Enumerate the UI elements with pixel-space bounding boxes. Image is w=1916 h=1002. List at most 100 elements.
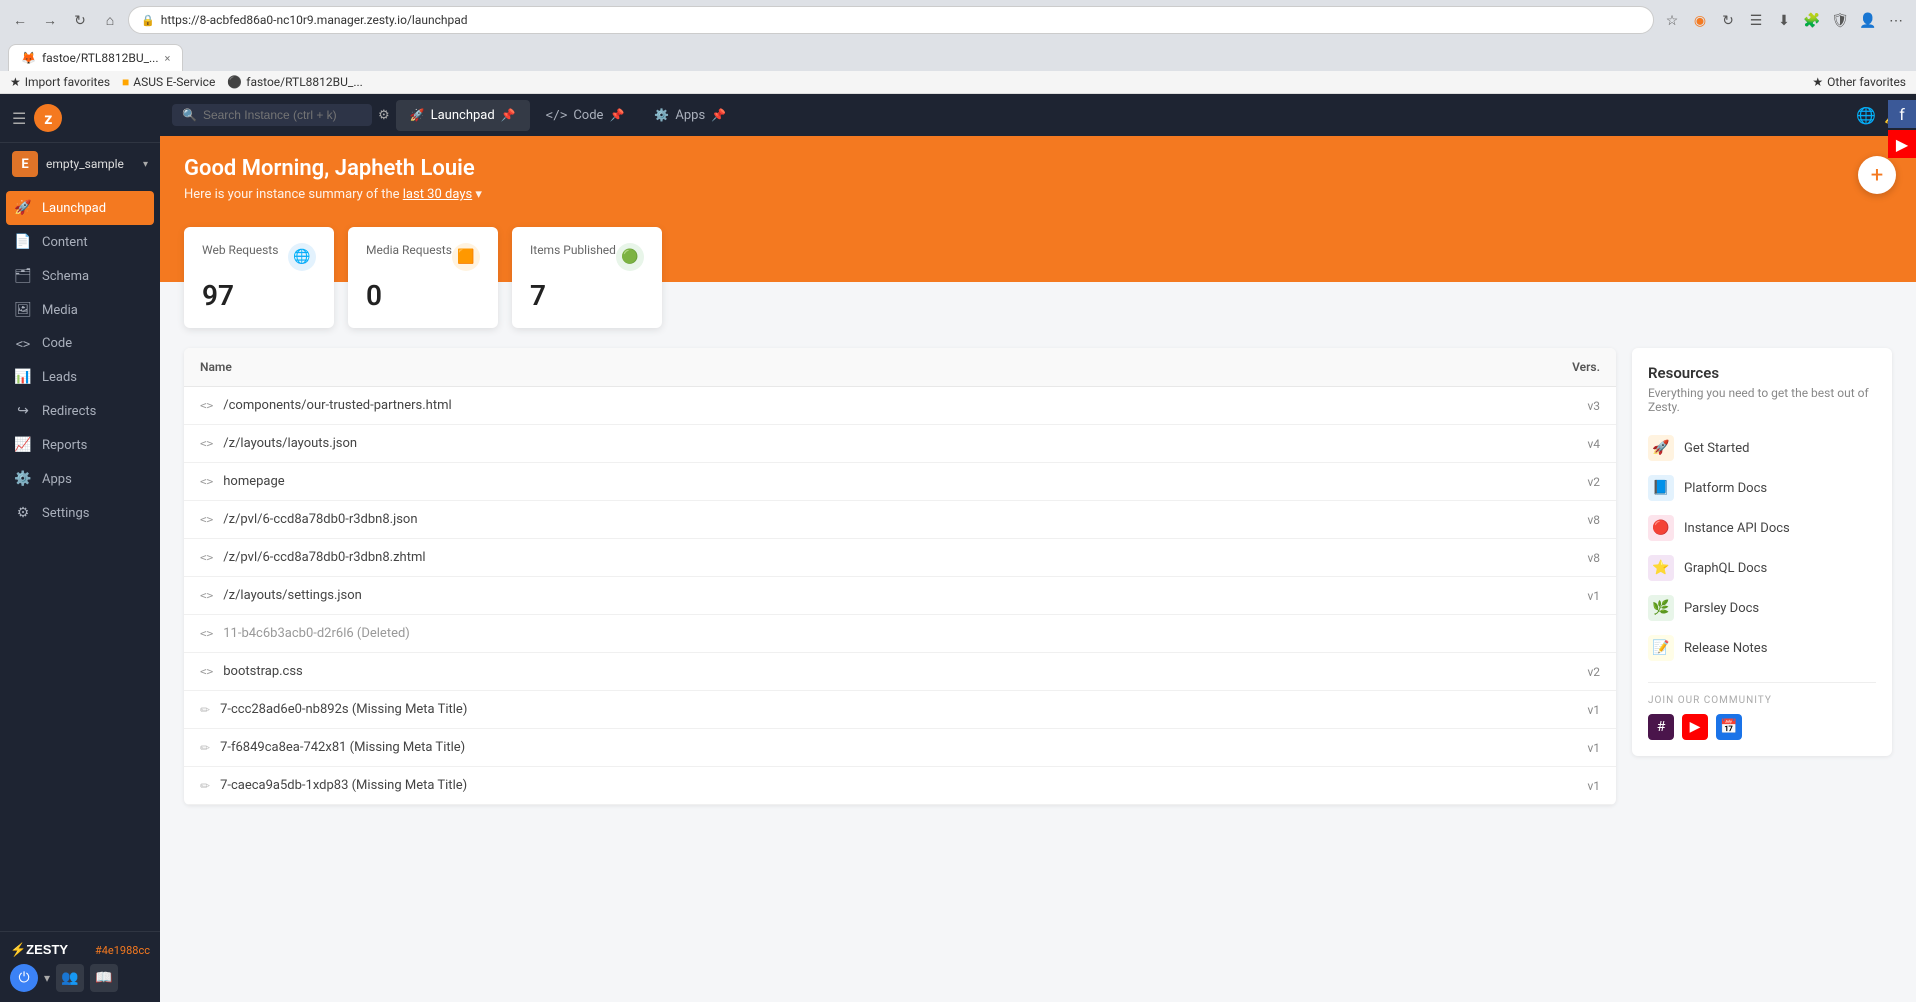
search-input[interactable] xyxy=(203,108,362,122)
code-row-icon: <> xyxy=(200,551,213,564)
active-tab[interactable]: 🦊 fastoe/RTL8812BU_... × xyxy=(8,44,183,71)
table-row[interactable]: <> /z/layouts/settings.json v1 xyxy=(184,577,1616,615)
instance-name: empty_sample xyxy=(46,157,135,171)
sidebar-item-settings[interactable]: ⚙ Settings xyxy=(0,496,160,530)
youtube-sidebar-button[interactable]: ▶ xyxy=(1888,130,1916,158)
instance-hash: #4e1988cc xyxy=(95,944,150,957)
apps-pin-icon[interactable]: 📌 xyxy=(711,108,726,122)
close-tab-button[interactable]: × xyxy=(165,52,171,65)
leads-icon: 📊 xyxy=(14,369,32,385)
shield-button[interactable]: 🛡 xyxy=(1828,8,1852,32)
row-name: /components/our-trusted-partners.html xyxy=(223,398,1530,413)
sidebar-item-code-label: Code xyxy=(42,336,72,351)
sidebar-item-apps-label: Apps xyxy=(42,472,72,487)
sidebar-item-launchpad[interactable]: 🚀 Launchpad xyxy=(6,191,154,225)
code-row-icon: <> xyxy=(200,665,213,678)
more-button[interactable]: ⋯ xyxy=(1884,8,1908,32)
resource-item-graphql[interactable]: ⭐ GraphQL Docs xyxy=(1648,548,1876,588)
search-icon: 🔍 xyxy=(182,108,197,122)
slack-icon[interactable]: # xyxy=(1648,714,1674,740)
launchpad-tab-icon: 🚀 xyxy=(410,108,425,122)
download-button[interactable]: ⬇ xyxy=(1772,8,1796,32)
youtube-icon[interactable]: ▶ xyxy=(1682,714,1708,740)
table-row[interactable]: <> bootstrap.css v2 xyxy=(184,653,1616,691)
pencil-icon: ✏ xyxy=(200,741,210,755)
release-notes-label: Release Notes xyxy=(1684,641,1767,656)
sidebar-item-leads[interactable]: 📊 Leads xyxy=(0,360,160,394)
power-button[interactable]: ⏻ xyxy=(10,964,38,992)
zesty-ext-button[interactable]: ◉ xyxy=(1688,8,1712,32)
reload-button[interactable]: ↻ xyxy=(68,8,92,32)
sidebar-item-media-label: Media xyxy=(42,303,78,318)
sidebar-item-redirects[interactable]: ↪ Redirects xyxy=(0,394,160,428)
sidebar-item-content-label: Content xyxy=(42,235,88,250)
calendar-icon[interactable]: 📅 xyxy=(1716,714,1742,740)
sidebar-toggle-button[interactable]: ☰ xyxy=(12,109,26,128)
sidebar-item-reports[interactable]: 📈 Reports xyxy=(0,428,160,462)
get-started-icon: 🚀 xyxy=(1648,435,1674,461)
table-row[interactable]: <> /z/pvl/6-ccd8a78db0-r3dbn8.json v8 xyxy=(184,501,1616,539)
reader-button[interactable]: ☰ xyxy=(1744,8,1768,32)
sidebar-item-code[interactable]: <> Code xyxy=(0,327,160,360)
nav-tab-apps[interactable]: ⚙️ Apps 📌 xyxy=(640,100,740,131)
sidebar-item-schema[interactable]: 🗂 Schema xyxy=(0,259,160,293)
row-vers: v3 xyxy=(1540,399,1600,413)
apps-tab-icon: ⚙️ xyxy=(654,108,669,122)
add-button[interactable]: + xyxy=(1858,156,1896,194)
time-range-link[interactable]: last 30 days xyxy=(403,187,472,202)
extension-button[interactable]: 🧩 xyxy=(1800,8,1824,32)
env-dropdown[interactable]: ▾ xyxy=(44,971,50,985)
data-table: Name Vers. <> /components/our-trusted-pa… xyxy=(184,348,1616,805)
dropdown-icon[interactable]: ▾ xyxy=(475,187,482,202)
graphql-label: GraphQL Docs xyxy=(1684,561,1767,576)
table-row[interactable]: <> homepage v2 xyxy=(184,463,1616,501)
bookmark-other[interactable]: ★ Other favorites xyxy=(1812,75,1906,89)
globe-icon[interactable]: 🌐 xyxy=(1856,106,1876,125)
back-button[interactable]: ← xyxy=(8,8,32,32)
code-pin-icon[interactable]: 📌 xyxy=(609,108,624,122)
lock-icon: 🔒 xyxy=(141,14,155,27)
users-button[interactable]: 👥 xyxy=(56,964,84,992)
row-vers: v2 xyxy=(1540,665,1600,679)
profile-button[interactable]: 👤 xyxy=(1856,8,1880,32)
table-row[interactable]: ✏ 7-f6849ca8ea-742x81 (Missing Meta Titl… xyxy=(184,729,1616,767)
table-row[interactable]: <> 11-b4c6b3acb0-d2r6l6 (Deleted) xyxy=(184,615,1616,653)
facebook-button[interactable]: f xyxy=(1888,100,1916,128)
home-button[interactable]: ⌂ xyxy=(98,8,122,32)
redirects-icon: ↪ xyxy=(14,403,32,419)
sidebar-item-apps[interactable]: ⚙️ Apps xyxy=(0,462,160,496)
table-row[interactable]: <> /components/our-trusted-partners.html… xyxy=(184,387,1616,425)
resource-item-parsley[interactable]: 🌿 Parsley Docs xyxy=(1648,588,1876,628)
resource-item-instance-api[interactable]: 🔴 Instance API Docs xyxy=(1648,508,1876,548)
forward-button[interactable]: → xyxy=(38,8,62,32)
bookmark-asus[interactable]: ■ ASUS E-Service xyxy=(122,75,215,89)
browser-tabs-bar: 🦊 fastoe/RTL8812BU_... × xyxy=(0,40,1916,71)
code-row-icon: <> xyxy=(200,437,213,450)
refresh-ext-button[interactable]: ↻ xyxy=(1716,8,1740,32)
search-box[interactable]: 🔍 xyxy=(172,104,372,126)
nav-tab-launchpad[interactable]: 🚀 Launchpad 📌 xyxy=(396,100,530,131)
docs-button[interactable]: 📖 xyxy=(90,964,118,992)
resource-item-release-notes[interactable]: 📝 Release Notes xyxy=(1648,628,1876,668)
table-row[interactable]: ✏ 7-ccc28ad6e0-nb892s (Missing Meta Titl… xyxy=(184,691,1616,729)
nav-tab-code[interactable]: </> Code 📌 xyxy=(532,100,639,131)
table-row[interactable]: <> /z/pvl/6-ccd8a78db0-r3dbn8.zhtml v8 xyxy=(184,539,1616,577)
resources-panel: Resources Everything you need to get the… xyxy=(1632,348,1892,805)
url-text: https://8-acbfed86a0-nc10r9.manager.zest… xyxy=(161,13,468,27)
table-row[interactable]: ✏ 7-caeca9a5db-1xdp83 (Missing Meta Titl… xyxy=(184,767,1616,805)
instance-selector[interactable]: E empty_sample ▾ xyxy=(0,143,160,185)
resource-item-get-started[interactable]: 🚀 Get Started xyxy=(1648,428,1876,468)
resource-item-platform-docs[interactable]: 📘 Platform Docs xyxy=(1648,468,1876,508)
get-started-label: Get Started xyxy=(1684,441,1749,456)
sidebar-item-content[interactable]: 📄 Content xyxy=(0,225,160,259)
pin-icon[interactable]: 📌 xyxy=(501,108,516,122)
filter-icon[interactable]: ⚙ xyxy=(378,108,390,123)
zesty-wordmark: ⚡ZESTY xyxy=(10,942,68,958)
address-bar[interactable]: 🔒 https://8-acbfed86a0-nc10r9.manager.ze… xyxy=(128,6,1654,34)
bookmark-import[interactable]: ★ Import favorites xyxy=(10,75,110,89)
bookmark-button[interactable]: ☆ xyxy=(1660,8,1684,32)
bookmark-fastoe[interactable]: ⚫ fastoe/RTL8812BU_... xyxy=(227,75,363,89)
table-row[interactable]: <> /z/layouts/layouts.json v4 xyxy=(184,425,1616,463)
sidebar-item-media[interactable]: 🖼 Media xyxy=(0,293,160,327)
schema-icon: 🗂 xyxy=(14,268,32,284)
